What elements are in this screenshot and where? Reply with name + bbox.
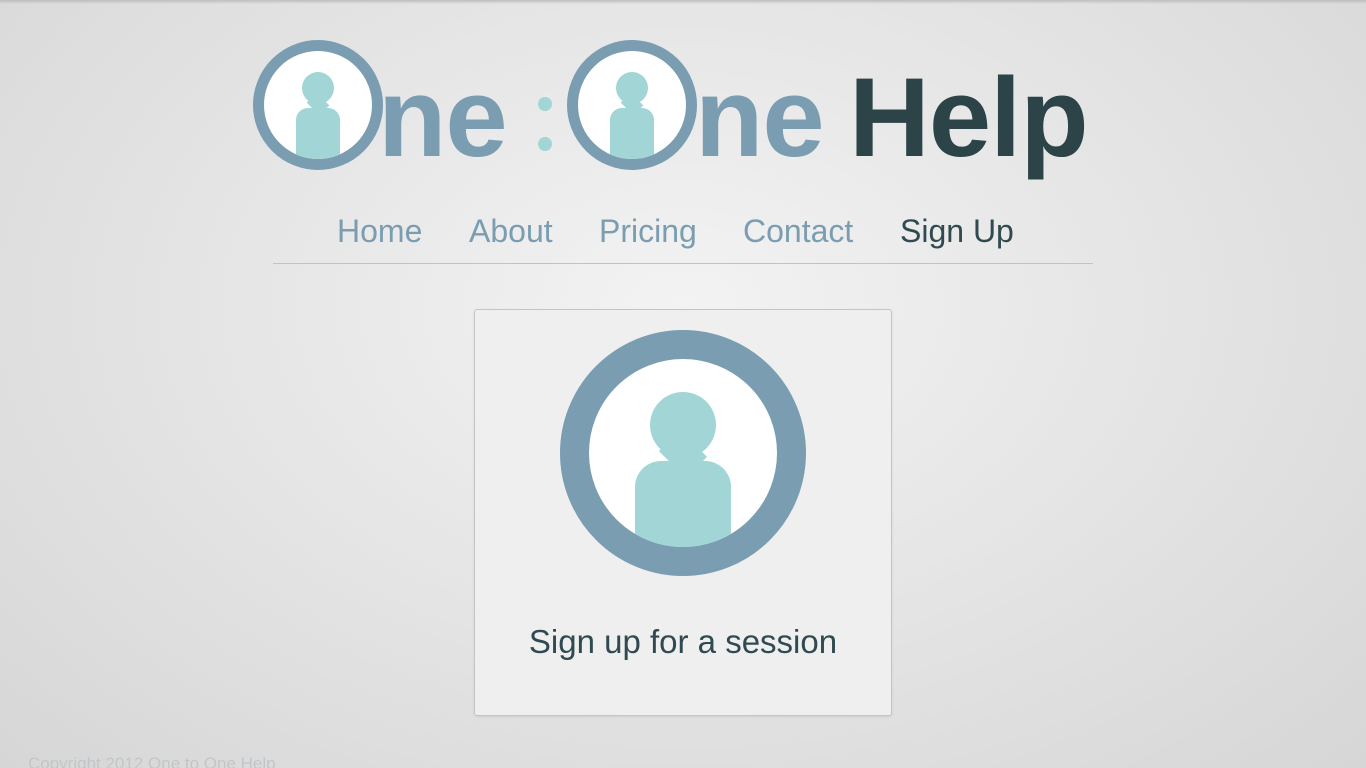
signup-session-card[interactable]: Sign up for a session [474,309,892,716]
colon-dot-icon [538,137,552,151]
main-nav: Home About Pricing Contact Sign Up [273,207,1093,264]
nav-about[interactable]: About [469,213,553,249]
nav-home[interactable]: Home [337,213,422,249]
logo-word-help: Help [849,55,1089,180]
top-shadow [0,0,1366,4]
site-logo[interactable]: ne ne Help [253,40,1133,190]
nav-pricing[interactable]: Pricing [599,213,697,249]
colon-dot-icon [538,97,552,111]
logo-word-one: ne [695,55,825,180]
logo-word-one: ne [378,55,508,180]
person-ring-icon [253,40,383,170]
person-ring-icon [567,40,697,170]
footer-copyright: Copyright 2012 One to One Help [28,754,276,768]
person-in-circle-icon [560,330,806,576]
nav-contact[interactable]: Contact [743,213,853,249]
signup-session-label: Sign up for a session [528,623,838,660]
nav-sign-up[interactable]: Sign Up [900,213,1014,249]
